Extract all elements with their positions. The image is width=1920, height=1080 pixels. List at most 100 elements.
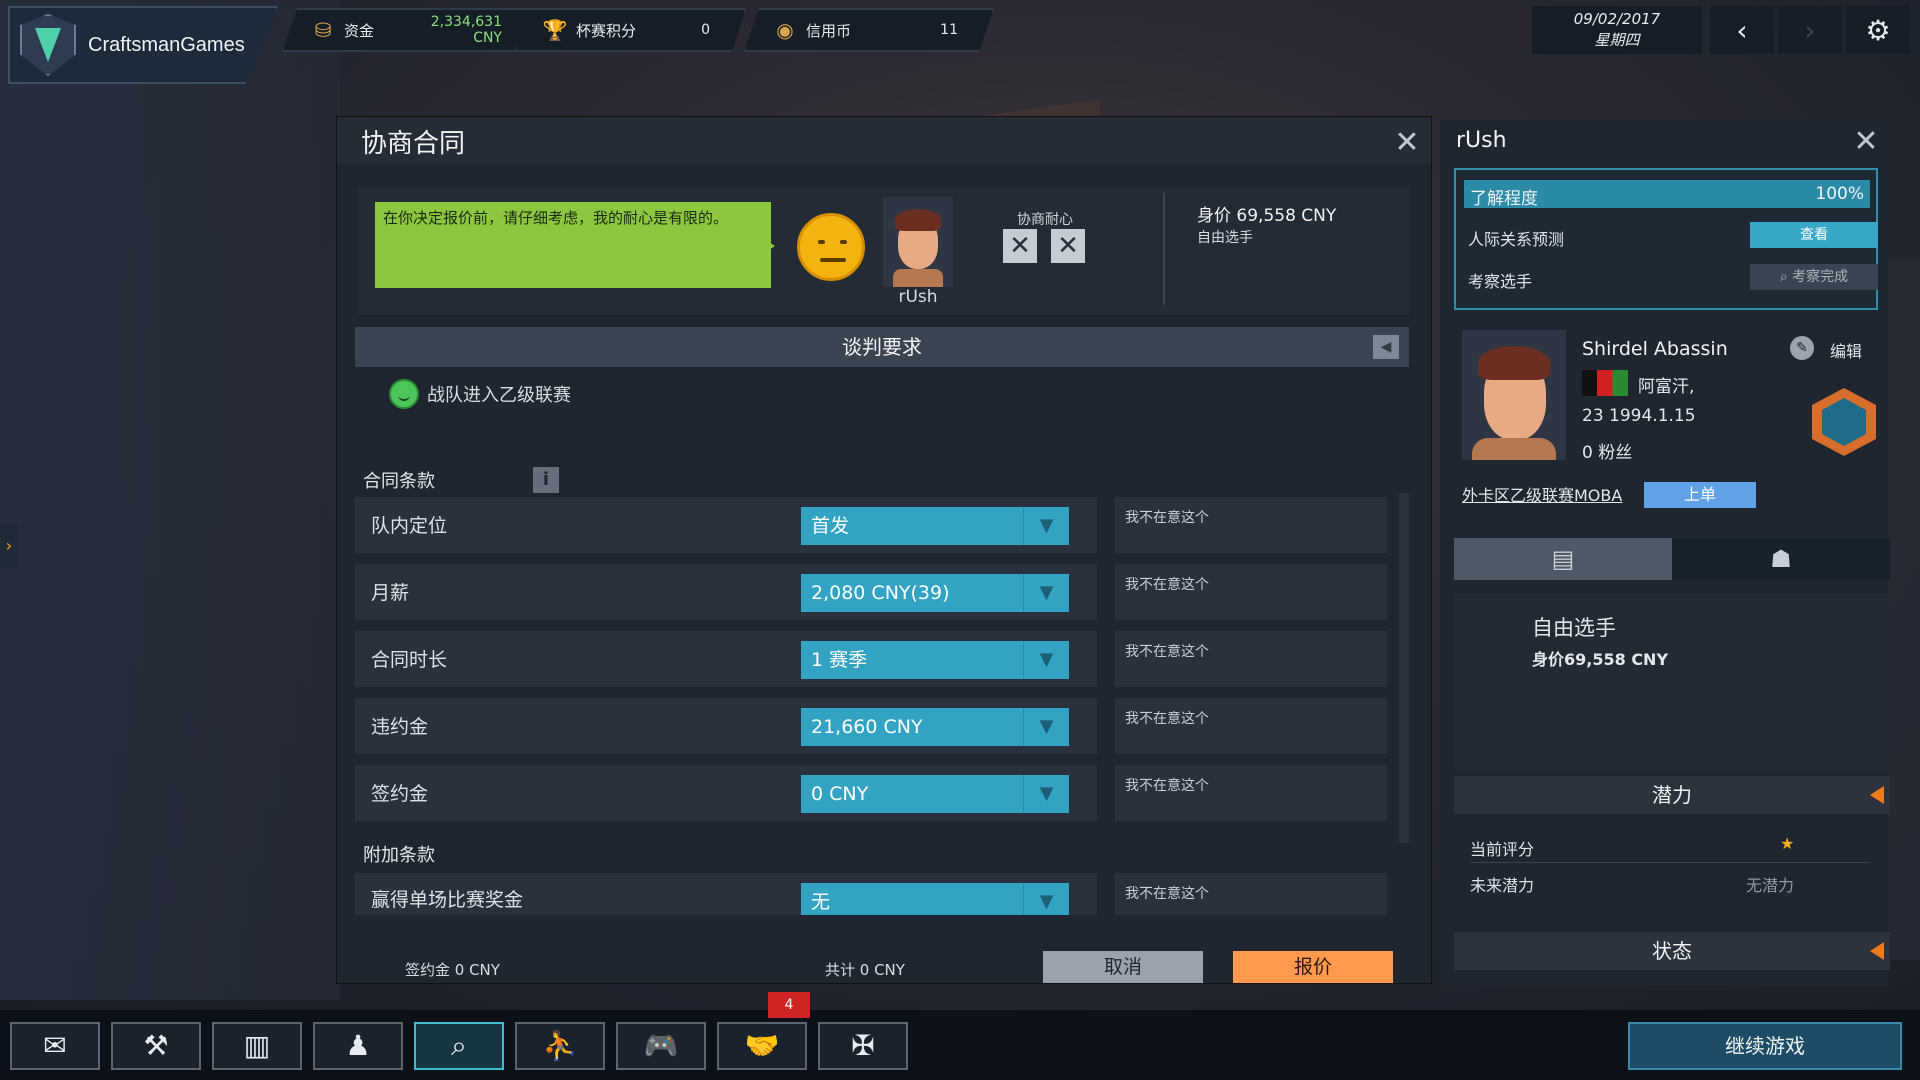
player-name: rUsh bbox=[898, 287, 938, 307]
team-crest-icon bbox=[1812, 388, 1876, 456]
trophy-icon: 🏆 bbox=[542, 18, 568, 42]
close-icon[interactable]: ✕ bbox=[1393, 128, 1421, 158]
current-rating-label: 当前评分 bbox=[1470, 840, 1535, 859]
term-note: 我不在意这个 bbox=[1115, 497, 1387, 553]
scouting-box: 了解程度 100% 人际关系预测 查看 考察选手 ⌕ 考察完成 bbox=[1454, 168, 1878, 310]
team-icon[interactable]: ⛹ bbox=[515, 1022, 605, 1070]
relation-label: 人际关系预测 bbox=[1468, 230, 1565, 249]
collapse-arrow-icon[interactable]: ◀ bbox=[1373, 335, 1399, 359]
credits-value: 11 bbox=[940, 22, 958, 38]
player-portrait bbox=[883, 197, 953, 287]
terms-scrollbar[interactable] bbox=[1399, 493, 1409, 843]
weekday-text: 星期四 bbox=[1594, 31, 1640, 49]
term-note: 我不在意这个 bbox=[1115, 765, 1387, 821]
speech-bubble: 在你决定报价前，请仔细考虑，我的耐心是有限的。 bbox=[375, 202, 775, 288]
salary-dropdown[interactable]: 2,080 CNY(39) ▼ bbox=[801, 574, 1069, 612]
neutral-face-icon bbox=[797, 213, 865, 281]
cup-points-display: 🏆 杯赛积分 0 bbox=[514, 8, 746, 52]
chevron-down-icon: ▼ bbox=[1023, 507, 1069, 545]
player-card: Shirdel Abassin 阿富汗, 23 1994.1.15 0 粉丝 ✎… bbox=[1454, 326, 1878, 526]
star-icon: ★ bbox=[1780, 834, 1795, 853]
term-row-role: 队内定位 首发 ▼ bbox=[355, 497, 1097, 553]
mail-icon[interactable]: ✉ bbox=[10, 1022, 100, 1070]
edit-icon[interactable]: ✎ bbox=[1790, 336, 1814, 360]
funds-label: 资金 bbox=[344, 21, 375, 40]
funds-value: 2,334,631 CNY bbox=[430, 14, 502, 46]
gamepad-icon[interactable]: 🎮 bbox=[616, 1022, 706, 1070]
chevron-down-icon: ▼ bbox=[1023, 883, 1069, 915]
date-text: 09/02/2017 bbox=[1573, 10, 1661, 28]
offer-button[interactable]: 报价 bbox=[1233, 951, 1393, 983]
knowledge-bar: 了解程度 100% bbox=[1464, 180, 1870, 209]
potential-header[interactable]: 潜力 bbox=[1454, 776, 1890, 814]
cup-points-label: 杯赛积分 bbox=[576, 21, 637, 40]
term-note: 我不在意这个 bbox=[1115, 873, 1387, 915]
player-country: 阿富汗, bbox=[1638, 377, 1695, 397]
requirements-header: 谈判要求 ◀ bbox=[355, 327, 1409, 367]
player-fans: 0 粉丝 bbox=[1582, 443, 1633, 463]
term-note: 我不在意这个 bbox=[1115, 631, 1387, 687]
scout-done-button[interactable]: ⌕ 考察完成 bbox=[1750, 264, 1878, 290]
extra-terms-title: 附加条款 bbox=[363, 845, 435, 866]
player-full-name: Shirdel Abassin bbox=[1582, 338, 1728, 360]
side-expand-tab[interactable]: › bbox=[0, 524, 18, 568]
patience-x-icon: ✕ bbox=[1003, 229, 1037, 263]
player-age-birth: 23 1994.1.15 bbox=[1582, 406, 1696, 426]
notification-badge: 4 bbox=[768, 992, 810, 1018]
future-potential-value: 无潜力 bbox=[1746, 876, 1795, 895]
term-row-duration: 合同时长 1 赛季 ▼ bbox=[355, 631, 1097, 687]
afghanistan-flag-icon bbox=[1582, 370, 1628, 396]
finance-icon[interactable]: ▥ bbox=[212, 1022, 302, 1070]
scout-search-icon[interactable]: ⌕ bbox=[414, 1022, 504, 1070]
tournament-icon[interactable]: ✠ bbox=[818, 1022, 908, 1070]
funds-display: ⛁ 资金 2,334,631 CNY bbox=[282, 8, 538, 52]
team-tab-icon[interactable]: ☗ bbox=[1672, 538, 1890, 580]
player-value: 身价 69,558 CNY bbox=[1197, 206, 1337, 226]
tools-icon[interactable]: ⚒ bbox=[111, 1022, 201, 1070]
requirement-item: 战队进入乙级联赛 bbox=[389, 379, 571, 409]
studio-name: CraftsmanGames bbox=[88, 33, 245, 56]
player-large-portrait bbox=[1462, 330, 1566, 460]
duration-dropdown[interactable]: 1 赛季 ▼ bbox=[801, 641, 1069, 679]
state-header[interactable]: 状态 bbox=[1454, 932, 1890, 970]
back-arrow-icon[interactable]: ‹ bbox=[1710, 6, 1774, 54]
chevron-down-icon: ▼ bbox=[1023, 641, 1069, 679]
player-panel: rUsh ✕ 了解程度 100% 人际关系预测 查看 考察选手 ⌕ 考察完成 S… bbox=[1440, 120, 1890, 986]
credits-display: ◉ 信用币 11 bbox=[744, 8, 994, 52]
collapse-arrow-icon bbox=[1870, 786, 1884, 804]
chevron-down-icon: ▼ bbox=[1023, 775, 1069, 813]
close-icon[interactable]: ✕ bbox=[1852, 127, 1880, 157]
term-row-buyout: 违约金 21,660 CNY ▼ bbox=[355, 698, 1097, 754]
negotiation-dialog: 协商合同 ✕ 在你决定报价前，请仔细考虑，我的耐心是有限的。 rUsh 协商耐心… bbox=[336, 116, 1432, 984]
continue-game-button[interactable]: 继续游戏 bbox=[1628, 1022, 1902, 1070]
term-row-signing: 签约金 0 CNY ▼ bbox=[355, 765, 1097, 821]
handshake-icon[interactable]: 🤝 bbox=[717, 1022, 807, 1070]
studio-badge[interactable]: CraftsmanGames bbox=[8, 6, 278, 84]
cancel-button[interactable]: 取消 bbox=[1043, 951, 1203, 983]
buyout-dropdown[interactable]: 21,660 CNY ▼ bbox=[801, 708, 1069, 746]
info-icon[interactable]: i bbox=[533, 467, 559, 493]
free-agent-status: 自由选手 bbox=[1532, 616, 1616, 640]
free-agent-value: 身价69,558 CNY bbox=[1532, 650, 1669, 669]
id-card-tab-icon[interactable]: ▤ bbox=[1454, 538, 1672, 580]
future-potential-label: 未来潜力 bbox=[1470, 876, 1535, 895]
position-button[interactable]: 上单 bbox=[1644, 482, 1756, 508]
edit-label[interactable]: 编辑 bbox=[1830, 338, 1862, 362]
term-note: 我不在意这个 bbox=[1115, 564, 1387, 620]
top-bar: CraftsmanGames ⛁ 资金 2,334,631 CNY 🏆 杯赛积分 … bbox=[0, 0, 1920, 84]
forward-arrow-icon[interactable]: › bbox=[1778, 6, 1842, 54]
player-status: 自由选手 bbox=[1197, 230, 1253, 246]
patience-label: 协商耐心 bbox=[1017, 212, 1073, 228]
settings-gear-icon[interactable]: ⚙ bbox=[1846, 6, 1910, 54]
win-bonus-dropdown[interactable]: 无 ▼ bbox=[801, 883, 1069, 915]
role-dropdown[interactable]: 首发 ▼ bbox=[801, 507, 1069, 545]
studio-shield-icon bbox=[20, 14, 76, 76]
manager-icon[interactable]: ♟ bbox=[313, 1022, 403, 1070]
league-link[interactable]: 外卡区乙级联赛MOBA bbox=[1462, 482, 1622, 506]
credit-coin-icon: ◉ bbox=[776, 18, 794, 42]
signing-dropdown[interactable]: 0 CNY ▼ bbox=[801, 775, 1069, 813]
view-relation-button[interactable]: 查看 bbox=[1750, 222, 1878, 248]
cup-points-value: 0 bbox=[701, 22, 710, 38]
contract-terms-title: 合同条款 bbox=[363, 471, 435, 492]
smile-icon bbox=[389, 379, 419, 409]
